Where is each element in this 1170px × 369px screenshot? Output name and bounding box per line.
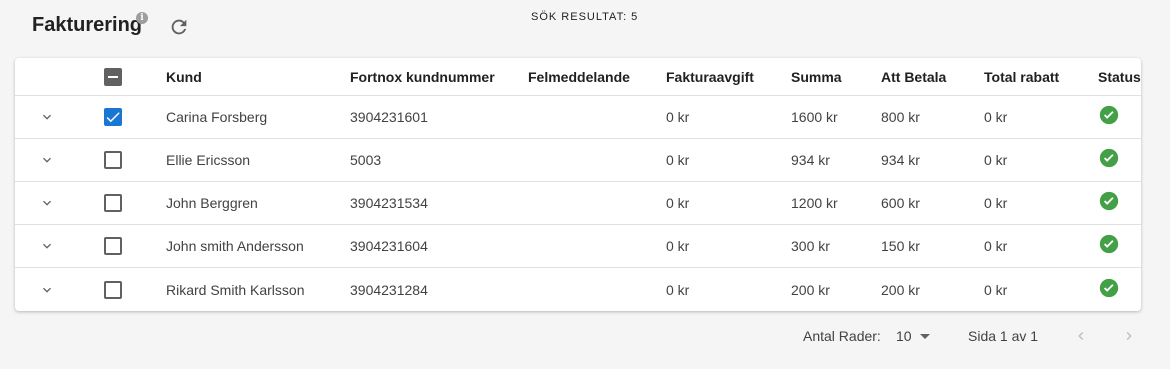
column-header-fakturaavgift[interactable]: Fakturaavgift [666, 58, 754, 95]
column-header-total-rabatt[interactable]: Total rabatt [984, 58, 1059, 95]
cell-summa: 1200 kr [791, 195, 838, 211]
chevron-down-icon[interactable] [39, 195, 55, 211]
cell-kund: John smith Andersson [166, 238, 304, 254]
cell-kund: Rikard Smith Karlsson [166, 281, 305, 298]
table-row[interactable]: Ellie Ericsson 5003 0 kr 934 kr 934 kr 0 kr [15, 139, 1141, 182]
rows-per-page-value: 10 [896, 328, 912, 344]
cell-att-betala: 600 kr [881, 195, 920, 211]
row-checkbox[interactable] [104, 151, 122, 169]
page-title: Fakturering [32, 14, 143, 36]
invoice-table: Kund Fortnox kundnummer Felmeddelande Fa… [15, 58, 1141, 311]
table-row[interactable]: Carina Forsberg 3904231601 0 kr 1600 kr 800 … [15, 96, 1141, 139]
cell-total-rabatt: 0 kr [984, 152, 1008, 168]
cell-fakturaavgift: 0 kr [666, 152, 690, 168]
cell-total-rabatt: 0 kr [984, 281, 1008, 298]
refresh-icon[interactable] [168, 16, 190, 38]
column-header-status[interactable]: Status [1098, 58, 1141, 95]
cell-kund: Ellie Ericsson [166, 152, 251, 168]
cell-total-rabatt: 0 kr [984, 109, 1008, 125]
table-row[interactable]: John smith Andersson 3904231604 0 kr 300 kr… [15, 225, 1141, 268]
cell-fakturaavgift: 0 kr [666, 109, 690, 125]
cell-fortnox: 3904231284 [350, 281, 428, 298]
column-header-fortnox[interactable]: Fortnox kundnummer [350, 58, 495, 95]
cell-kund: John Berggren [166, 195, 258, 211]
chevron-down-icon[interactable] [39, 238, 55, 254]
chevron-down-icon[interactable] [39, 109, 55, 125]
column-header-felmeddelande[interactable]: Felmeddelande [528, 58, 630, 95]
cell-fakturaavgift: 0 kr [666, 195, 690, 211]
cell-summa: 300 kr [791, 238, 830, 254]
cell-fortnox: 5003 [350, 152, 382, 168]
check-circle-icon [1099, 105, 1119, 125]
cell-summa: 1600 kr [791, 109, 838, 125]
column-header-att-betala[interactable]: Att Betala [881, 58, 946, 95]
check-circle-icon [1099, 234, 1119, 254]
cell-fortnox: 3904231601 [350, 109, 428, 125]
check-circle-icon [1099, 191, 1119, 211]
cell-att-betala: 150 kr [881, 238, 920, 254]
cell-summa: 934 kr [791, 152, 830, 168]
cell-total-rabatt: 0 kr [984, 238, 1008, 254]
cell-total-rabatt: 0 kr [984, 195, 1008, 211]
cell-summa: 200 kr [791, 281, 830, 298]
row-checkbox[interactable] [104, 280, 122, 299]
info-icon[interactable]: i [136, 12, 148, 24]
result-count: SÖK RESULTAT: 5 [531, 11, 639, 23]
table-footer: Antal Rader: 10 Sida 1 av 1 [0, 318, 1170, 358]
cell-kund: Carina Forsberg [166, 109, 268, 125]
select-all-checkbox[interactable] [104, 67, 122, 86]
rows-per-page-label: Antal Rader: [803, 328, 881, 344]
column-header-summa[interactable]: Summa [791, 58, 842, 95]
rows-per-page-select[interactable]: 10 [896, 328, 930, 344]
cell-att-betala: 200 kr [881, 281, 920, 298]
row-checkbox[interactable] [104, 237, 122, 255]
chevron-left-icon[interactable] [1073, 328, 1089, 344]
row-checkbox[interactable] [104, 194, 122, 212]
caret-down-icon [919, 333, 930, 339]
chevron-right-icon[interactable] [1121, 328, 1137, 344]
column-header-kund[interactable]: Kund [166, 58, 202, 95]
cell-fakturaavgift: 0 kr [666, 238, 690, 254]
cell-fortnox: 3904231604 [350, 238, 428, 254]
cell-att-betala: 934 kr [881, 152, 920, 168]
chevron-down-icon[interactable] [39, 152, 55, 168]
cell-fortnox: 3904231534 [350, 195, 428, 211]
cell-fakturaavgift: 0 kr [666, 281, 690, 298]
check-circle-icon [1099, 148, 1119, 168]
chevron-down-icon[interactable] [39, 282, 55, 298]
check-circle-icon [1099, 278, 1119, 297]
table-header: Kund Fortnox kundnummer Felmeddelande Fa… [15, 58, 1141, 96]
cell-att-betala: 800 kr [881, 109, 920, 125]
checkmark-icon [106, 112, 120, 123]
table-row[interactable]: Rikard Smith Karlsson 3904231284 0 kr 200 k… [15, 268, 1141, 311]
table-row[interactable]: John Berggren 3904231534 0 kr 1200 kr 600 kr… [15, 182, 1141, 225]
row-checkbox[interactable] [104, 108, 122, 126]
page-indicator: Sida 1 av 1 [968, 328, 1039, 344]
